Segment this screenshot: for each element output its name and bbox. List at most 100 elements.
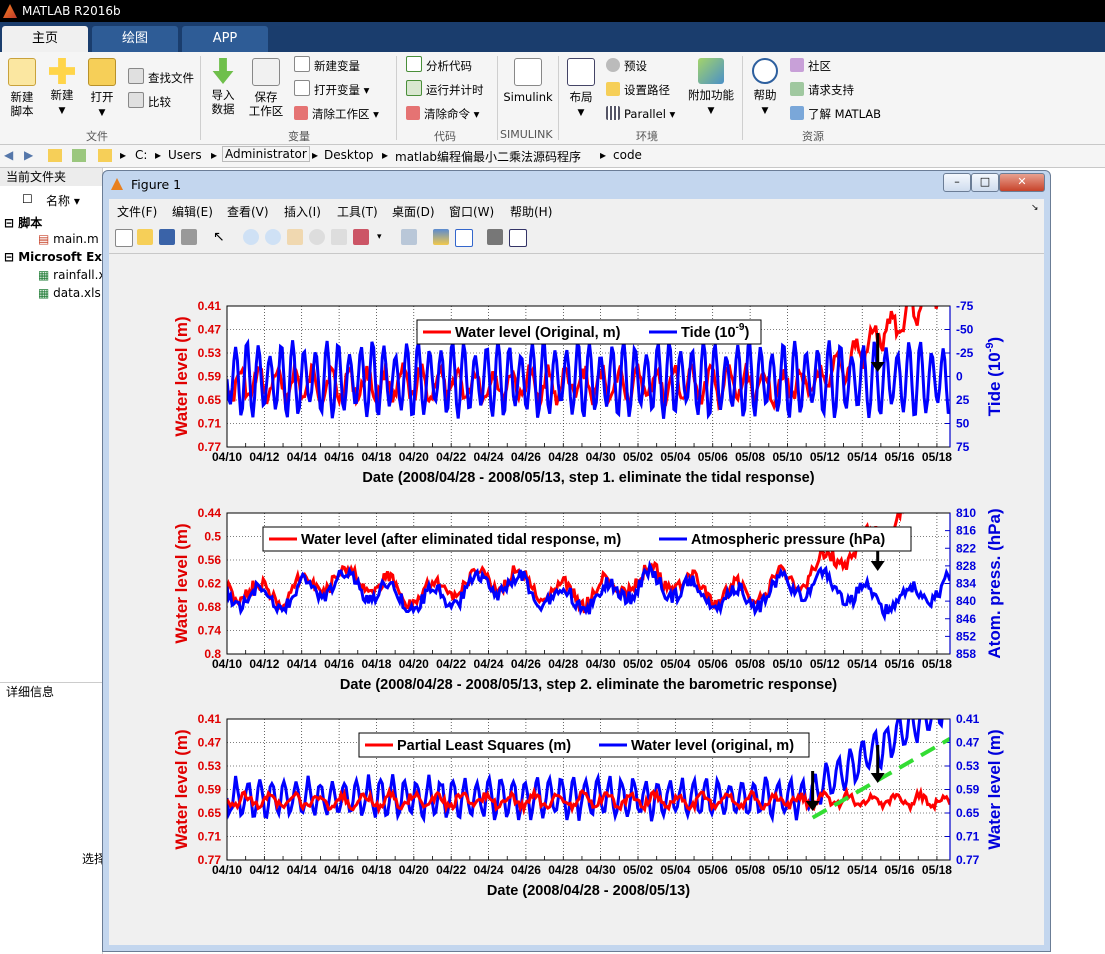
print-icon[interactable] xyxy=(181,229,197,245)
find-files-button[interactable]: 查找文件 xyxy=(128,68,194,88)
pointer-icon[interactable]: ↖ xyxy=(213,229,229,245)
open-button[interactable]: 打开 ▼ xyxy=(86,58,118,120)
file-main[interactable]: ▤ main.m xyxy=(38,232,99,246)
rotate-icon[interactable] xyxy=(309,229,325,245)
x-tick-label: 05/10 xyxy=(772,450,802,464)
ribbon-divider xyxy=(396,56,397,140)
y-left-tick-label: 0.59 xyxy=(198,783,222,797)
learn-matlab-button[interactable]: 了解 MATLAB xyxy=(790,104,881,124)
menu-help[interactable]: 帮助(H) xyxy=(510,203,552,220)
parallel-button[interactable]: Parallel ▾ xyxy=(606,104,675,124)
menu-view[interactable]: 查看(V) xyxy=(227,203,269,220)
y-left-tick-label: 0.5 xyxy=(204,530,221,544)
legend-icon[interactable] xyxy=(455,229,473,247)
y-left-tick-label: 0.65 xyxy=(198,806,222,820)
new-button[interactable]: 新建 ▼ xyxy=(46,58,78,118)
hide-plot-tools-icon[interactable] xyxy=(487,229,503,245)
y-left-tick-label: 0.53 xyxy=(198,759,222,773)
menu-window[interactable]: 窗口(W) xyxy=(449,203,494,220)
new-figure-icon[interactable] xyxy=(115,229,133,247)
set-path-icon xyxy=(606,82,620,96)
layout-button[interactable]: 布局 ▼ xyxy=(564,58,598,120)
back-icon[interactable]: ◀ xyxy=(4,148,13,162)
x-tick-label: 04/20 xyxy=(399,450,429,464)
y-left-tick-label: 0.8 xyxy=(204,647,221,661)
minimize-button[interactable]: – xyxy=(943,173,971,192)
save-workspace-button[interactable]: 保存 工作区 xyxy=(246,58,286,118)
preferences-button[interactable]: 预设 xyxy=(606,56,647,76)
new-script-button[interactable]: 新建 脚本 xyxy=(6,58,38,118)
x-tick-label: 04/24 xyxy=(474,657,504,671)
x-tick-label: 05/08 xyxy=(735,450,765,464)
legend-label: Water level (Original, m) xyxy=(455,325,621,341)
name-column-header[interactable]: 名称 ▾ xyxy=(46,192,80,209)
community-button[interactable]: 社区 xyxy=(790,56,831,76)
tab-plots[interactable]: 绘图 xyxy=(92,26,178,52)
save-icon[interactable] xyxy=(159,229,175,245)
set-path-button[interactable]: 设置路径 xyxy=(606,80,670,100)
breadcrumb-code[interactable]: code xyxy=(613,148,642,162)
help-button[interactable]: 帮助 ▼ xyxy=(748,58,782,118)
import-data-button[interactable]: 导入 数据 xyxy=(206,58,240,116)
x-axis-label: Date (2008/04/28 - 2008/05/13) xyxy=(487,883,690,899)
menu-tools[interactable]: 工具(T) xyxy=(337,203,378,220)
excel-icon: ▦ xyxy=(38,268,50,282)
new-variable-button[interactable]: 新建变量 xyxy=(294,56,360,76)
file-data[interactable]: ▦ data.xls xyxy=(38,286,101,300)
y-left-tick-label: 0.41 xyxy=(198,299,222,313)
y-left-tick-label: 0.68 xyxy=(198,600,222,614)
menu-file[interactable]: 文件(F) xyxy=(117,203,157,220)
menu-desktop[interactable]: 桌面(D) xyxy=(392,203,435,220)
breadcrumb-administrator[interactable]: Administrator xyxy=(222,146,310,162)
run-and-time-button[interactable]: 运行并计时 xyxy=(406,80,484,100)
zoom-out-icon[interactable] xyxy=(265,229,281,245)
pan-icon[interactable] xyxy=(287,229,303,245)
simulink-button[interactable]: Simulink xyxy=(502,58,554,104)
breadcrumb-drive[interactable]: C: xyxy=(135,148,147,162)
request-support-button[interactable]: 请求支持 xyxy=(790,80,854,100)
open-file-icon[interactable] xyxy=(137,229,153,245)
y-right-tick-label: 852 xyxy=(956,629,976,643)
group-excel[interactable]: ⊟ Microsoft Exc xyxy=(4,250,102,264)
zoom-in-icon[interactable] xyxy=(243,229,259,245)
file-rainfall[interactable]: ▦ rainfall.x xyxy=(38,268,102,282)
section-simulink-label: SIMULINK xyxy=(500,128,553,141)
y-right-tick-label: 0.41 xyxy=(956,712,980,726)
community-icon xyxy=(790,58,804,72)
menu-edit[interactable]: 编辑(E) xyxy=(172,203,213,220)
link-plot-icon[interactable] xyxy=(401,229,417,245)
data-cursor-icon[interactable] xyxy=(331,229,347,245)
browse-icon[interactable] xyxy=(72,149,86,162)
breadcrumb-sep: ▸ xyxy=(600,148,607,162)
open-variable-button[interactable]: 打开变量 ▾ xyxy=(294,80,369,100)
breadcrumb-users[interactable]: Users xyxy=(168,148,202,162)
y-right-tick-label: 810 xyxy=(956,506,976,520)
brush-icon[interactable] xyxy=(353,229,369,245)
legend-label: Water level (original, m) xyxy=(631,738,794,754)
clear-commands-button[interactable]: 清除命令 ▾ xyxy=(406,104,479,124)
forward-icon[interactable]: ▶ xyxy=(24,148,33,162)
workspace-icon xyxy=(252,58,280,86)
breadcrumb-desktop[interactable]: Desktop xyxy=(324,148,374,162)
learn-matlab-icon xyxy=(790,106,804,120)
close-button[interactable]: ✕ xyxy=(999,173,1045,192)
x-tick-label: 04/18 xyxy=(361,657,391,671)
up-folder-icon[interactable] xyxy=(48,149,62,162)
breadcrumb-folder[interactable]: matlab编程偏最小二乘法源码程序 xyxy=(395,148,581,165)
show-plot-tools-icon[interactable] xyxy=(509,229,527,247)
clear-workspace-button[interactable]: 清除工作区 ▾ xyxy=(294,104,379,124)
x-tick-label: 05/04 xyxy=(660,657,690,671)
add-ons-button[interactable]: 附加功能 ▼ xyxy=(686,58,736,118)
menu-insert[interactable]: 插入(I) xyxy=(284,203,321,220)
x-tick-label: 04/28 xyxy=(548,450,578,464)
y-right-tick-label: 822 xyxy=(956,541,976,555)
tab-home[interactable]: 主页 xyxy=(2,26,88,52)
colorbar-icon[interactable] xyxy=(433,229,449,245)
compare-button[interactable]: 比较 xyxy=(128,92,171,112)
brush-dropdown-icon[interactable]: ▾ xyxy=(377,229,393,245)
group-scripts[interactable]: ⊟ 脚本 xyxy=(4,214,42,231)
tab-apps[interactable]: APP xyxy=(182,26,268,52)
analyze-code-button[interactable]: 分析代码 xyxy=(406,56,472,76)
maximize-button[interactable]: □ xyxy=(971,173,999,192)
menu-dock-icon[interactable]: ↘ xyxy=(1031,203,1039,213)
